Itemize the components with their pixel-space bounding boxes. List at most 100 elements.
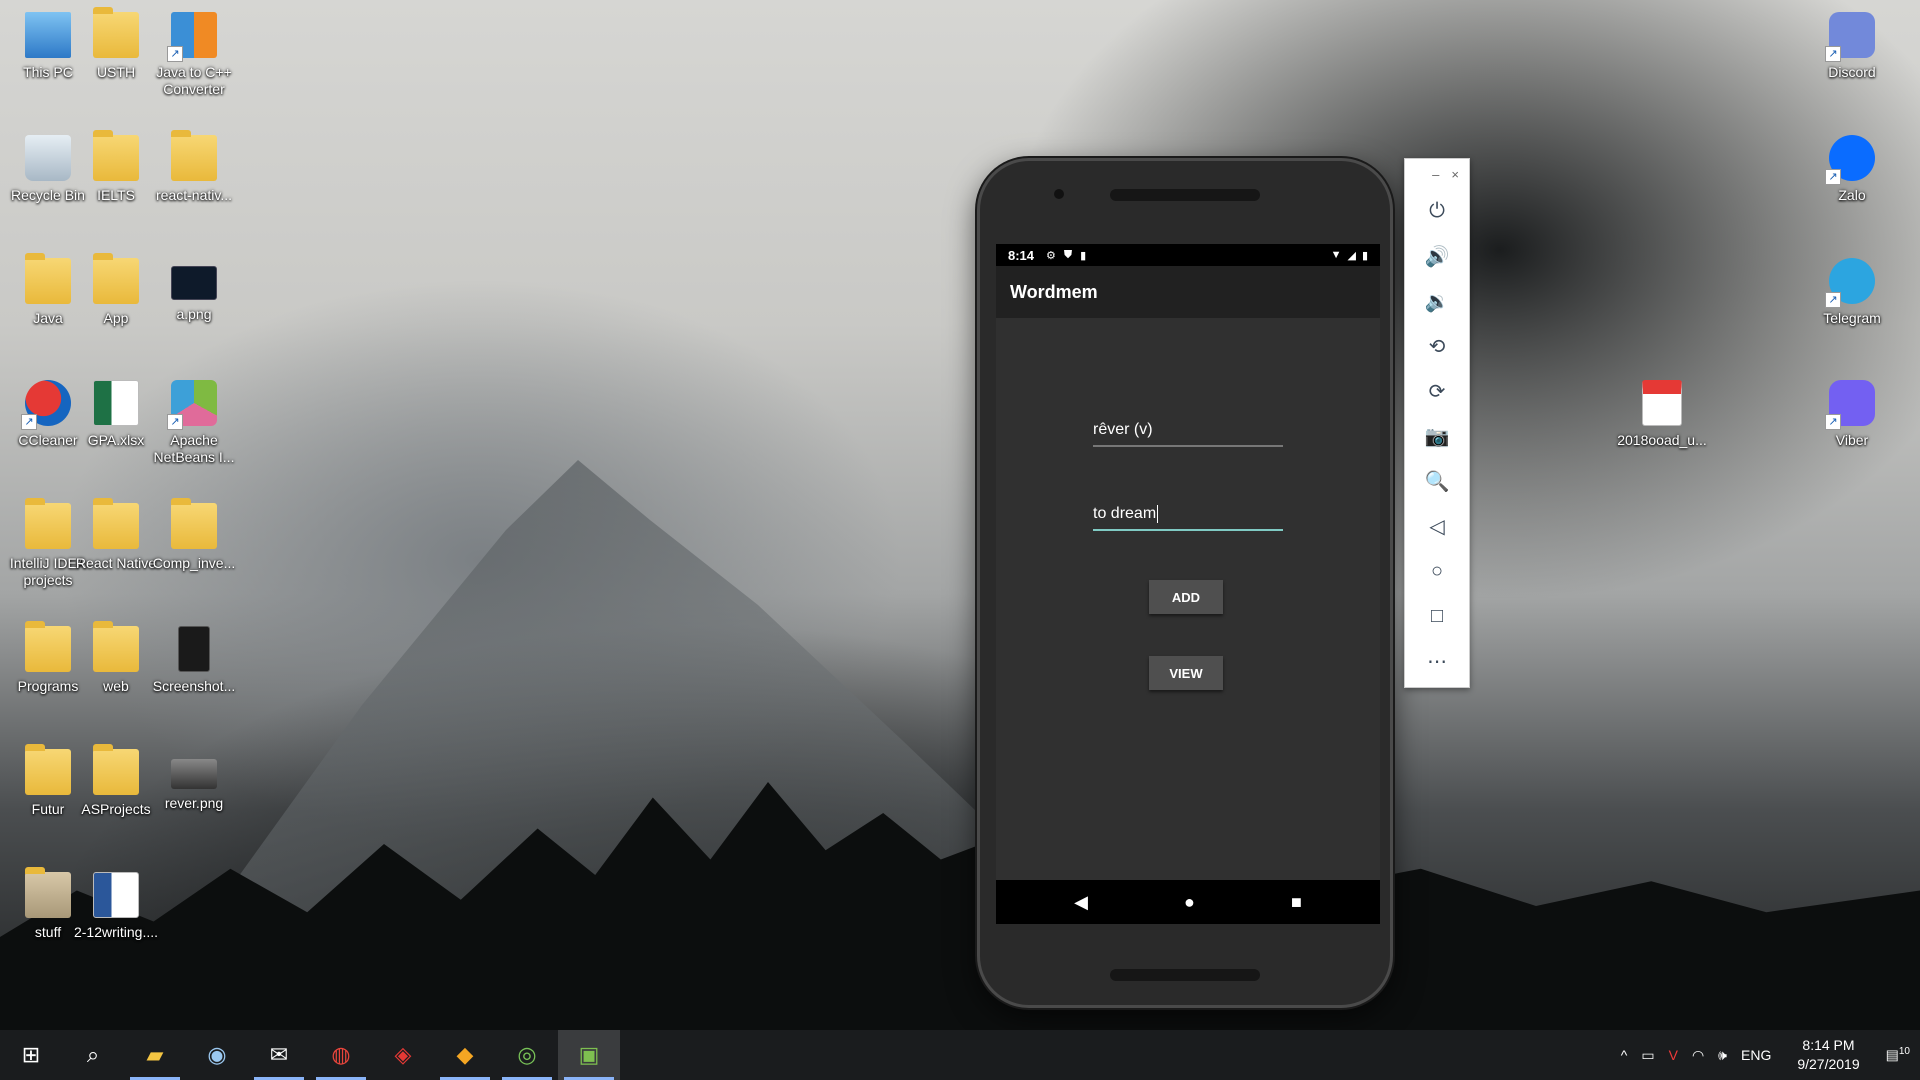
steam-icon[interactable]: ◉ — [186, 1030, 248, 1080]
vivaldi-tray-icon[interactable]: V — [1669, 1047, 1678, 1063]
zoom-icon[interactable]: 🔍 — [1405, 459, 1469, 504]
overview-icon[interactable]: □ — [1405, 594, 1469, 639]
folder-icon — [25, 253, 71, 304]
ccleaner-icon — [21, 380, 71, 430]
settings-icon: ⚙ — [1046, 249, 1056, 262]
battery-icon: ▮ — [1361, 249, 1368, 262]
desktop-icon-viber[interactable]: Viber — [1806, 380, 1898, 449]
folder-icon — [171, 130, 217, 181]
folder-icon — [93, 253, 139, 304]
top-speaker — [1110, 189, 1260, 201]
desktop-icon-screenshot[interactable]: Screenshot... — [148, 626, 240, 695]
text-cursor — [1157, 505, 1159, 523]
desktop-icon-react-native-folder[interactable]: react-nativ... — [148, 130, 240, 204]
home-icon[interactable]: ○ — [1405, 549, 1469, 594]
folder-icon — [25, 867, 71, 918]
volume-down-icon[interactable]: 🔉 — [1405, 279, 1469, 324]
computer-icon — [25, 12, 71, 58]
notification-count: 10 — [1898, 1046, 1910, 1058]
windows-taskbar: ⊞ ⌕ ▰ ◉ ✉ ◍ ◈ ◆ ◎ ▣ ^ ▭ V ◠ 🕪 ENG 8:14 P… — [0, 1030, 1920, 1080]
folder-icon — [93, 7, 139, 58]
folder-icon — [93, 130, 139, 181]
android-studio-icon[interactable]: ◎ — [496, 1030, 558, 1080]
emulator-taskbar-icon[interactable]: ▣ — [558, 1030, 620, 1080]
word-input[interactable]: rêver (v) — [1093, 415, 1283, 447]
word-file-icon — [93, 872, 139, 918]
desktop-icon-2-12writing[interactable]: 2-12writing.... — [70, 872, 162, 941]
folder-icon — [171, 498, 217, 549]
desktop-icon-discord[interactable]: Discord — [1806, 12, 1898, 81]
image-file-icon — [171, 759, 217, 789]
view-button[interactable]: VIEW — [1149, 656, 1223, 690]
minimize-icon[interactable]: – — [1432, 167, 1439, 182]
game-app-icon[interactable]: ◈ — [372, 1030, 434, 1080]
sd-card-icon: ▮ — [1080, 249, 1087, 262]
image-file-icon — [171, 266, 217, 300]
android-nav-bar: ◀ ● ■ — [996, 880, 1380, 924]
netbeans-icon — [167, 380, 217, 430]
folder-icon — [25, 498, 71, 549]
status-time: 8:14 — [1008, 247, 1035, 263]
battery-tray-icon[interactable]: ▭ — [1641, 1047, 1654, 1064]
clock[interactable]: 8:14 PM 9/27/2019 — [1785, 1036, 1871, 1074]
folder-icon — [93, 498, 139, 549]
rotate-left-icon[interactable]: ⟲ — [1405, 324, 1469, 369]
clock-time: 8:14 PM — [1802, 1037, 1855, 1053]
app-bar: Wordmem — [996, 266, 1380, 318]
discord-icon — [1825, 12, 1875, 62]
git-app-icon[interactable]: ◆ — [434, 1030, 496, 1080]
clock-date: 9/27/2019 — [1797, 1056, 1860, 1072]
nav-recents-icon[interactable]: ■ — [1291, 892, 1302, 913]
back-icon[interactable]: ◁ — [1405, 504, 1469, 549]
desktop-icon-telegram[interactable]: Telegram — [1806, 258, 1898, 327]
excel-file-icon — [93, 380, 139, 426]
recycle-bin-icon — [25, 135, 71, 181]
folder-icon — [25, 621, 71, 672]
bottom-speaker — [1110, 969, 1260, 981]
front-camera — [1054, 189, 1064, 199]
rotate-right-icon[interactable]: ⟳ — [1405, 369, 1469, 414]
search-icon[interactable]: ⌕ — [62, 1030, 124, 1080]
close-icon[interactable]: × — [1451, 167, 1459, 182]
viber-icon — [1825, 380, 1875, 430]
desktop-icon-rever-png[interactable]: rever.png — [148, 749, 240, 812]
mail-icon[interactable]: ✉ — [248, 1030, 310, 1080]
pdf-file-icon — [1642, 380, 1682, 426]
telegram-icon — [1825, 258, 1875, 308]
add-button[interactable]: ADD — [1149, 580, 1223, 614]
volume-tray-icon[interactable]: 🕪 — [1718, 1047, 1727, 1064]
desktop-icon-2018ooad-pdf[interactable]: 2018ooad_u... — [1616, 380, 1708, 449]
converter-app-icon — [167, 12, 217, 62]
chrome-icon[interactable]: ◍ — [310, 1030, 372, 1080]
app-title: Wordmem — [1010, 281, 1098, 302]
nav-home-icon[interactable]: ● — [1184, 892, 1195, 913]
shield-icon: ⛊ — [1063, 248, 1073, 261]
android-status-bar: 8:14 ⚙ ⛊ ▮ ▼ ◢ ▮ — [996, 244, 1380, 266]
meaning-input[interactable]: to dream — [1093, 499, 1283, 531]
image-file-icon — [178, 626, 210, 672]
emulator-toolbar: – × ⏻ 🔊 🔉 ⟲ ⟳ 📷 🔍 ◁ ○ □ ⋯ — [1404, 158, 1470, 688]
desktop-icon-comp-inve[interactable]: Comp_inve... — [148, 498, 240, 572]
language-indicator[interactable]: ENG — [1741, 1047, 1771, 1063]
nav-back-icon[interactable]: ◀ — [1074, 892, 1088, 913]
wifi-icon: ▼ — [1330, 248, 1342, 261]
system-tray: ^ ▭ V ◠ 🕪 ENG 8:14 PM 9/27/2019 ▤10 — [1621, 1036, 1920, 1074]
folder-icon — [93, 621, 139, 672]
chevron-up-icon[interactable]: ^ — [1621, 1047, 1628, 1063]
camera-icon[interactable]: 📷 — [1405, 414, 1469, 459]
desktop-icon-zalo[interactable]: Zalo — [1806, 135, 1898, 204]
signal-icon: ◢ — [1347, 249, 1356, 262]
file-explorer-icon[interactable]: ▰ — [124, 1030, 186, 1080]
zalo-icon — [1825, 135, 1875, 185]
more-icon[interactable]: ⋯ — [1405, 639, 1469, 684]
emulator-screen[interactable]: 8:14 ⚙ ⛊ ▮ ▼ ◢ ▮ Wordmem rêver (v) to dr… — [996, 244, 1380, 924]
start-icon[interactable]: ⊞ — [0, 1030, 62, 1080]
desktop-icon-java-to-cpp-converter[interactable]: Java to C++ Converter — [148, 12, 240, 98]
volume-up-icon[interactable]: 🔊 — [1405, 234, 1469, 279]
desktop-icon-apache-netbeans[interactable]: Apache NetBeans I... — [148, 380, 240, 466]
wifi-tray-icon[interactable]: ◠ — [1692, 1047, 1704, 1064]
power-icon[interactable]: ⏻ — [1405, 189, 1469, 234]
desktop-icon-a-png[interactable]: a.png — [148, 258, 240, 323]
notification-center-icon[interactable]: ▤10 — [1886, 1046, 1910, 1064]
folder-icon — [93, 744, 139, 795]
